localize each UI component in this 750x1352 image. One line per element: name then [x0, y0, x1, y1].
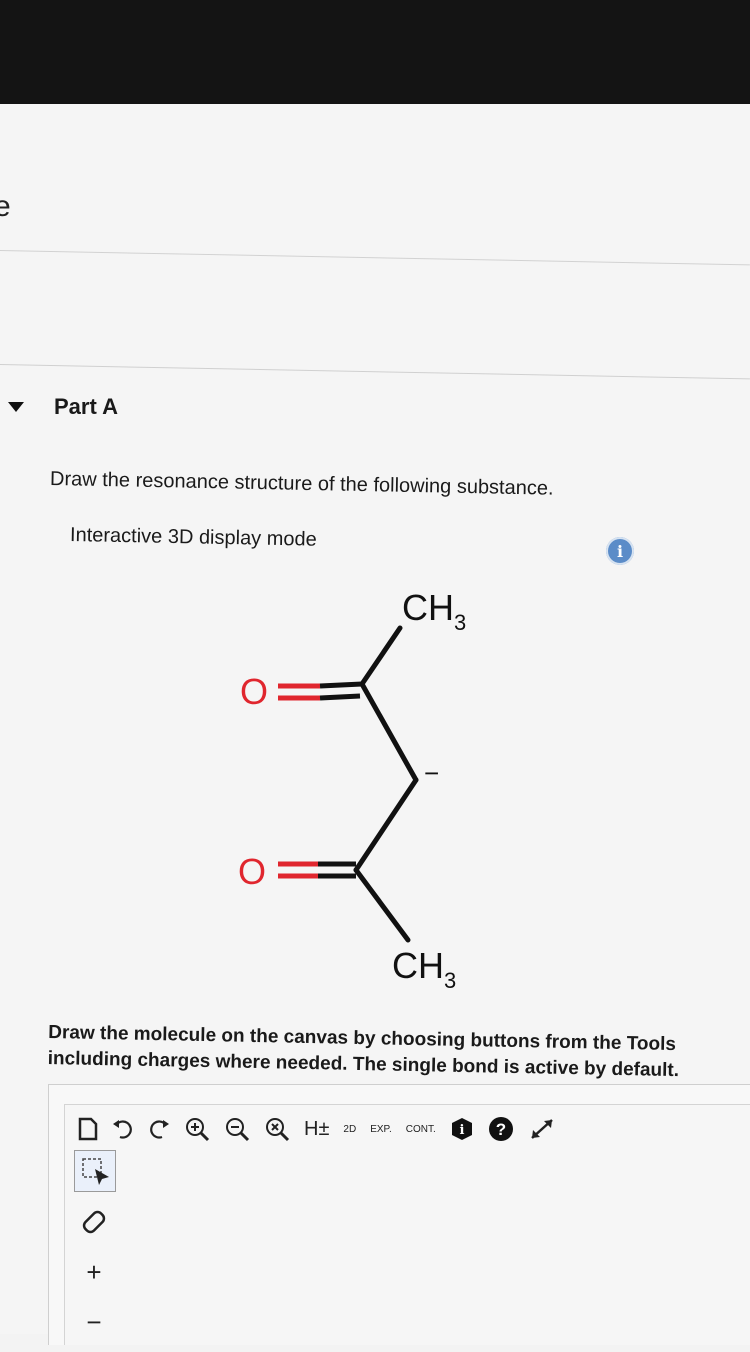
fullscreen-icon[interactable] [528, 1116, 556, 1142]
zoom-reset-icon[interactable] [264, 1116, 290, 1142]
redo-icon[interactable] [148, 1118, 170, 1140]
new-document-icon[interactable] [78, 1117, 98, 1141]
part-a-header[interactable]: Part A [8, 394, 118, 420]
collapse-caret-icon[interactable] [8, 402, 24, 412]
help-icon[interactable]: ? [488, 1116, 514, 1142]
editor-toolbar: H± 2D EXP. CONT. i ? [78, 1116, 570, 1142]
undo-icon[interactable] [112, 1118, 134, 1140]
info-icon[interactable]: i [606, 537, 634, 565]
cont-label: CONT. [405, 1123, 436, 1135]
bottom-ch3-label: CH3 [392, 945, 456, 993]
2d-label: 2D [343, 1123, 357, 1135]
bond-c3-ch3 [353, 867, 411, 943]
exp-button[interactable]: EXP. [370, 1124, 392, 1135]
cont-button[interactable]: CONT. [406, 1124, 436, 1135]
display-mode-link[interactable]: Interactive 3D display mode [70, 524, 317, 552]
eraser-icon[interactable] [74, 1202, 114, 1242]
h-toggle-button[interactable]: H± [304, 1118, 329, 1141]
info-icon[interactable]: i [450, 1117, 474, 1141]
svg-text:?: ? [496, 1120, 506, 1139]
double-bond-top-d [319, 693, 361, 701]
zoom-in-icon[interactable] [184, 1116, 210, 1142]
molecule-structure: O O CH3 CH3 − [238, 587, 466, 993]
double-bond-top-c [319, 681, 363, 689]
plus-charge-tool[interactable]: + [74, 1252, 114, 1292]
part-title: Part A [54, 394, 118, 419]
bond-c1-c2 [359, 681, 419, 783]
cropped-glyph: e [0, 190, 11, 223]
bond-c2-c3 [353, 777, 419, 873]
svg-text:i: i [459, 1123, 464, 1138]
bond-ch3-c1 [359, 625, 403, 687]
top-dark-bar [0, 0, 750, 112]
top-ch3-label: CH3 [402, 587, 466, 635]
negative-charge-label: − [424, 758, 439, 788]
oxygen-bottom-label: O [238, 851, 266, 892]
zoom-out-icon[interactable] [224, 1116, 250, 1142]
oxygen-top-label: O [240, 671, 268, 712]
minus-charge-tool[interactable]: − [74, 1302, 114, 1342]
left-toolbar: + − [68, 1150, 120, 1352]
exp-label: EXP. [370, 1123, 392, 1135]
select-tool[interactable] [74, 1150, 116, 1192]
2d-button[interactable]: 2D [343, 1124, 356, 1135]
